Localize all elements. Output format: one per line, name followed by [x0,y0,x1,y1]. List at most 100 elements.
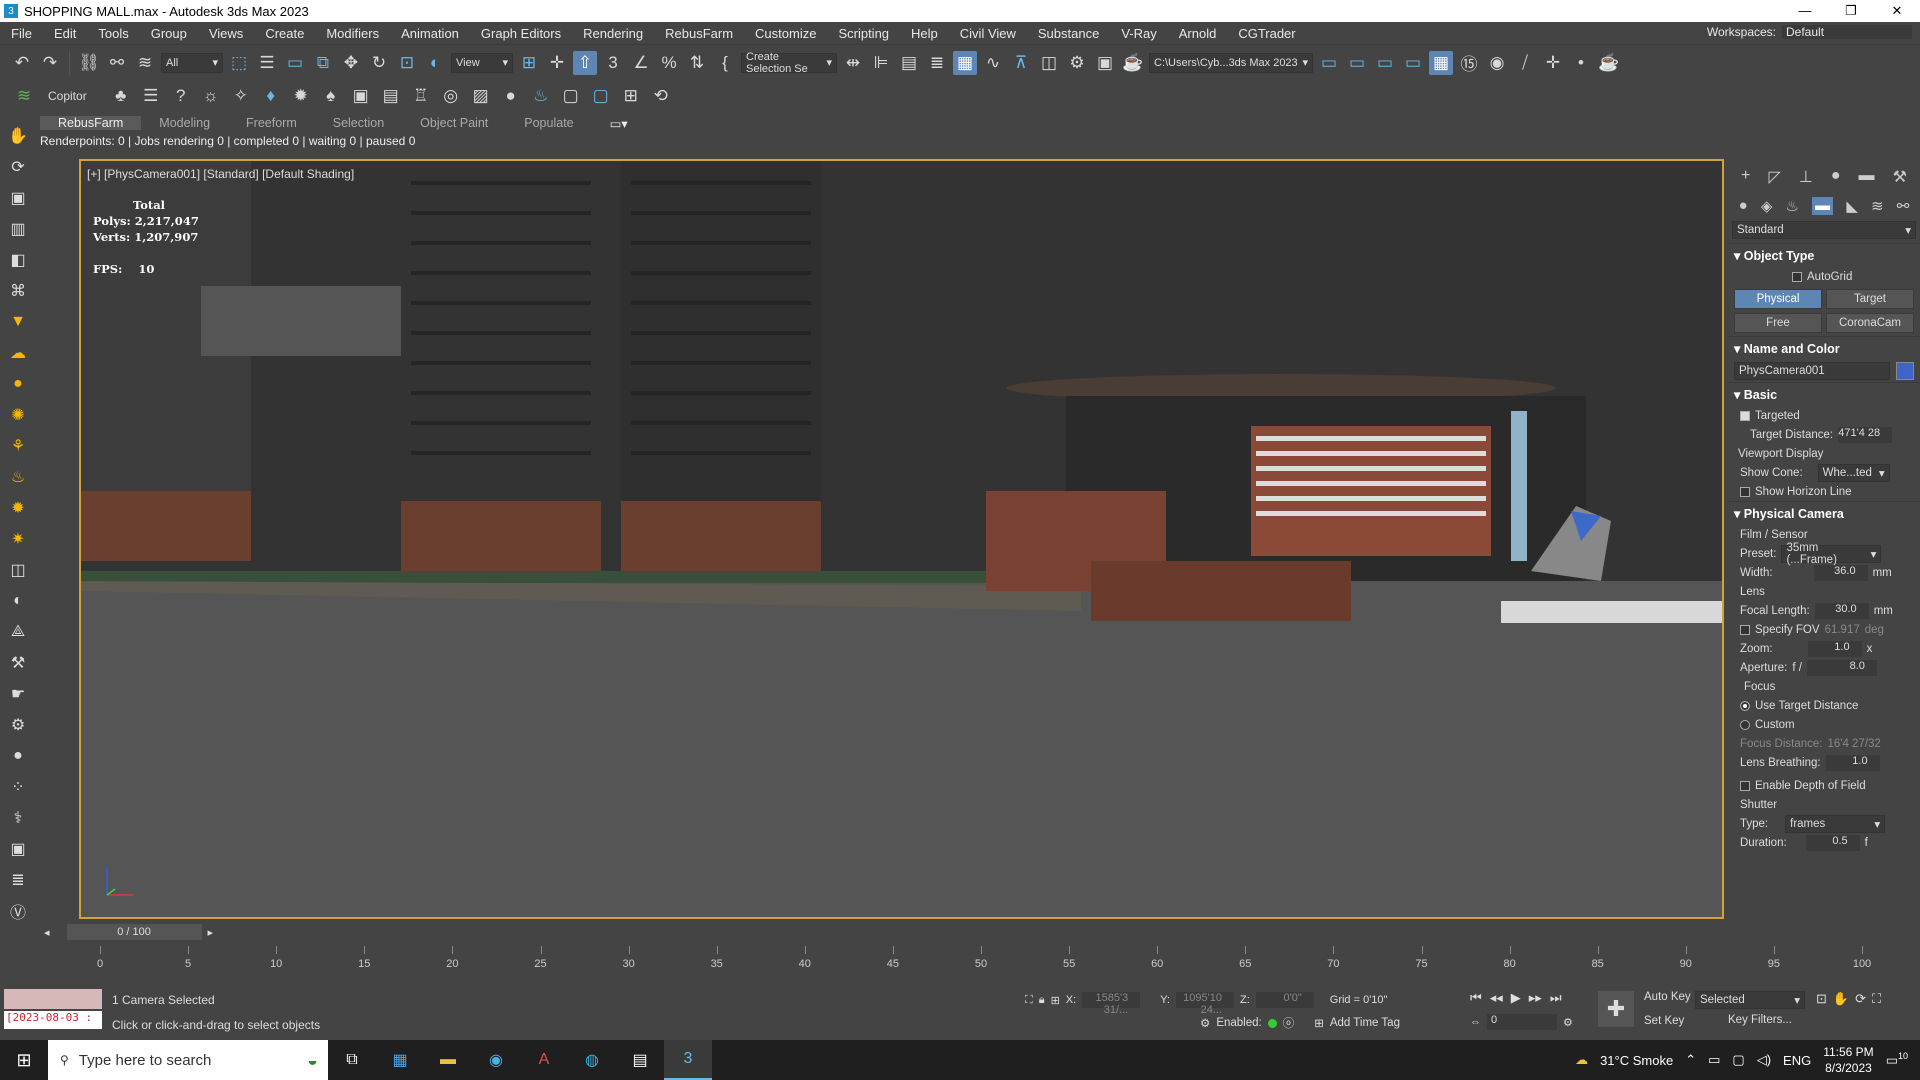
redo-icon[interactable]: ↷ [38,51,62,75]
key-selection-dropdown[interactable]: Selected ▾ [1695,991,1805,1009]
3dsmax-taskbar-icon[interactable]: 3 [664,1040,712,1080]
time-slider-thumb[interactable]: 0 / 100 [66,924,202,940]
zoom-extents-icon[interactable]: ⊡ [1816,991,1827,1007]
targeted-checkbox[interactable] [1740,410,1750,421]
target-distance-field[interactable]: 471'4 28 [1838,426,1893,443]
object-type-rollout[interactable]: ▾ Object Type [1728,243,1920,267]
category-dropdown[interactable]: Standard ▾ [1732,221,1916,239]
modify-tab-icon[interactable]: ◸ [1768,167,1780,187]
bulb-icon[interactable]: ♨ [529,84,553,108]
display-icon[interactable]: ▢ [1732,1052,1744,1068]
multi-icon[interactable]: ⁘ [6,775,30,799]
tab-object-paint[interactable]: Object Paint [402,116,506,130]
menu-edit[interactable]: Edit [43,26,87,41]
spinner-snap-icon[interactable]: ⇅ [685,51,709,75]
auto-key-button[interactable]: Auto Key [1644,991,1691,1003]
menu-cgtrader[interactable]: CGTrader [1227,26,1306,41]
add-time-tag-label[interactable]: Add Time Tag [1330,1017,1400,1029]
volume-icon[interactable]: ◁) [1757,1052,1771,1068]
box-icon[interactable]: ▢ [559,84,583,108]
atom-icon[interactable]: ✺ [6,403,30,427]
object-name-input[interactable]: PhysCamera001 [1734,362,1890,380]
lights-icon[interactable]: ♨ [1786,197,1799,215]
physical-button[interactable]: Physical [1734,289,1822,309]
set-key-button[interactable]: Set Key [1644,1015,1684,1027]
grid-tool-icon[interactable]: ⟁ [6,620,30,644]
enabled-indicator[interactable] [1267,1018,1277,1028]
cloud-icon[interactable]: ☁ [6,341,30,365]
helpers-icon[interactable]: ◣ [1846,197,1858,215]
project-folder-icon[interactable]: ▭ [1317,51,1341,75]
select-object-icon[interactable]: ⬚ [227,51,251,75]
spray-icon[interactable]: ⚘ [6,434,30,458]
placement-icon[interactable]: ◐ [423,51,447,75]
brush-icon[interactable]: ⚕ [6,806,30,830]
physical-camera-rollout[interactable]: ▾ Physical Camera [1728,501,1920,525]
systems-icon[interactable]: ⚯ [1897,197,1910,215]
material-icon[interactable]: ◉ [1485,51,1509,75]
dot-icon[interactable]: • [1569,51,1593,75]
create-tab-icon[interactable]: + [1741,167,1750,187]
custom-focus-radio[interactable] [1740,719,1750,730]
menu-substance[interactable]: Substance [1027,26,1110,41]
sphere-icon[interactable]: ● [499,84,523,108]
menu-scripting[interactable]: Scripting [827,26,900,41]
add-time-tag-icon[interactable]: ⊞ [1314,1016,1324,1030]
track-bar[interactable]: 0 5 10 15 20 25 30 35 40 45 50 55 60 65 70 75 80 85 90 95 10… [44,946,1920,974]
rotate-icon[interactable]: ↻ [367,51,391,75]
graph-icon[interactable]: ▣ [6,186,30,210]
weather-icon[interactable]: ☁ [1575,1052,1588,1068]
key-mode-icon[interactable]: ⇔ [1470,1016,1481,1028]
z-coord-field[interactable]: 0'0" [1255,992,1314,1008]
focal-length-field[interactable]: 30.0 [1814,602,1869,619]
next-frame-icon[interactable]: ▸▸ [1529,990,1542,1006]
file-explorer-icon[interactable]: ▬ [424,1051,472,1069]
specify-fov-checkbox[interactable] [1740,624,1750,635]
cube-icon[interactable]: ◫ [6,558,30,582]
taskbar-search-box[interactable]: ⚲ Type here to search ◒ [48,1040,328,1080]
tab-rebusfarm[interactable]: RebusFarm [40,116,142,130]
rectangular-selection-icon[interactable]: ▭ [283,51,307,75]
spacewarps-icon[interactable]: ≋ [1871,197,1884,215]
snaps-toggle-icon[interactable]: 3 [601,51,625,75]
geometry-icon[interactable]: ● [1739,197,1748,215]
absolute-mode-icon[interactable]: ⊞ [1051,994,1060,1007]
render-icon[interactable]: ☕ [1121,51,1145,75]
wrench-icon[interactable]: ⚒ [6,651,30,675]
key-filters-button[interactable]: Key Filters... [1728,1014,1808,1026]
menu-file[interactable]: File [0,26,43,41]
schematic-view-icon[interactable]: ⊼ [1009,51,1033,75]
copitor-label[interactable]: Copitor [42,89,103,103]
curve-editor-icon[interactable]: ∿ [981,51,1005,75]
vray-icon-2[interactable]: ✧ [229,84,253,108]
menu-graph-editors[interactable]: Graph Editors [470,26,572,41]
windows-start-icon[interactable]: ⊞ [0,1050,48,1071]
bind-space-warp-icon[interactable]: ≋ [133,51,157,75]
perspective-viewport[interactable]: [+] [PhysCamera001] [Standard] [Default … [79,159,1724,919]
ribbon-toggle-icon[interactable]: ▦ [953,50,977,75]
menu-rebusfarm[interactable]: RebusFarm [654,26,744,41]
width-field[interactable]: 36.0 [1813,564,1868,581]
reference-coord-dropdown[interactable]: View ▾ [451,52,513,73]
viewport-label[interactable]: [+] [PhysCamera001] [Standard] [Default … [87,167,354,181]
material-editor-icon[interactable]: ◫ [1037,51,1061,75]
menu-create[interactable]: Create [254,26,315,41]
pivot-center-icon[interactable]: ⊞ [517,51,541,75]
pin-icon[interactable]: ♖ [409,84,433,108]
menu-help[interactable]: Help [900,26,949,41]
maximize-button[interactable]: ❐ [1828,0,1874,22]
x-coord-field[interactable]: 1585'3 31/... [1082,992,1141,1016]
hierarchy-tab-icon[interactable]: ⊥ [1799,167,1813,187]
orbit-view-icon[interactable]: ⟳ [1855,991,1866,1007]
lens-breathing-field[interactable]: 1.0 [1825,754,1880,771]
menu-group[interactable]: Group [140,26,198,41]
sphere-tool-icon[interactable]: ◐ [6,589,30,613]
duration-field[interactable]: 0.5 [1805,834,1860,851]
paint-icon[interactable]: ▼ [6,310,30,334]
sun-light-icon[interactable]: ✹ [6,496,30,520]
plane-icon[interactable]: ▢ [589,84,613,108]
task-view-icon[interactable]: ⧉ [328,1051,376,1069]
play-icon[interactable]: ▶ [1511,990,1521,1006]
tab-modeling[interactable]: Modeling [141,116,228,130]
project-path-dropdown[interactable]: C:\Users\Cyb...3ds Max 2023 ▾ [1149,52,1313,73]
